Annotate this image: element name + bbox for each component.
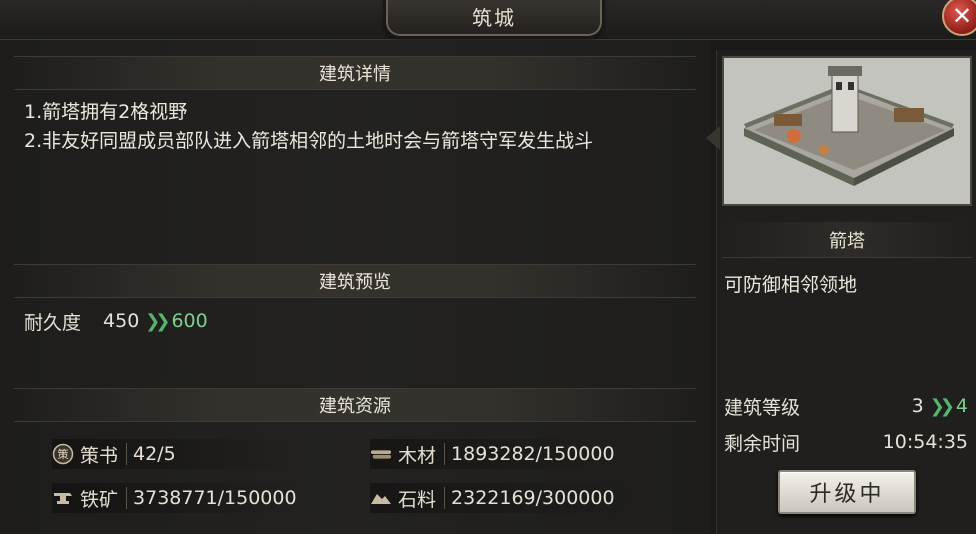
- resource-iron: 铁矿 3738771/150000: [52, 483, 312, 513]
- wood-icon: [370, 443, 392, 465]
- level-next: 4: [955, 395, 968, 417]
- resource-book: 策 策书 42/5: [52, 439, 304, 469]
- time-label: 剩余时间: [724, 432, 801, 455]
- upgrading-button[interactable]: 升级中: [778, 470, 916, 514]
- durability-next: 600: [171, 310, 208, 332]
- resource-label: 木材: [398, 444, 437, 467]
- level-label: 建筑等级: [724, 396, 801, 419]
- resource-wood: 木材 1893282/150000: [370, 439, 622, 469]
- level-row: 建筑等级 3 ❯❯ 4: [724, 392, 968, 420]
- arrow-tower-image: [722, 56, 972, 206]
- building-description: 可防御相邻领地: [724, 274, 858, 296]
- building-name: 箭塔: [722, 222, 972, 258]
- svg-text:策: 策: [58, 447, 69, 461]
- pointer-arrow: [706, 126, 720, 150]
- durability-label: 耐久度: [24, 311, 82, 334]
- stone-icon: [370, 487, 392, 509]
- book-icon: 策: [52, 443, 74, 465]
- level-value: 3 ❯❯ 4: [912, 395, 968, 417]
- time-row: 剩余时间 10:54:35: [724, 428, 968, 456]
- divider: [444, 443, 446, 465]
- durability-row: 耐久度 450 ❯❯ 600: [24, 308, 208, 334]
- resource-value: 1893282/150000: [451, 443, 615, 465]
- resource-value: 2322169/300000: [451, 487, 615, 509]
- divider: [126, 487, 128, 509]
- resource-label: 策书: [80, 444, 119, 467]
- double-chevron-right-icon: ❯❯: [145, 310, 170, 332]
- details-header: 建筑详情: [14, 56, 696, 90]
- double-chevron-right-icon: ❯❯: [929, 395, 955, 417]
- resource-label: 铁矿: [80, 488, 119, 511]
- resource-value: 42/5: [133, 443, 176, 465]
- window-title: 筑城: [386, 0, 602, 36]
- details-text: 1.箭塔拥有2格视野 2.非友好同盟成员部队进入箭塔相邻的土地时会与箭塔守军发生…: [24, 98, 694, 156]
- time-value: 10:54:35: [882, 431, 968, 453]
- detail-line: 1.箭塔拥有2格视野: [24, 101, 188, 123]
- level-current: 3: [911, 395, 924, 417]
- iron-icon: [52, 487, 74, 509]
- preview-header: 建筑预览: [14, 264, 696, 298]
- divider: [126, 443, 128, 465]
- durability-current: 450: [103, 310, 140, 332]
- resource-label: 石料: [398, 488, 437, 511]
- close-icon: ✕: [951, 2, 973, 30]
- resources-header: 建筑资源: [14, 388, 696, 422]
- resource-value: 3738771/150000: [133, 487, 297, 509]
- divider: [444, 487, 446, 509]
- resource-stone: 石料 2322169/300000: [370, 483, 638, 513]
- detail-line: 2.非友好同盟成员部队进入箭塔相邻的土地时会与箭塔守军发生战斗: [24, 130, 594, 152]
